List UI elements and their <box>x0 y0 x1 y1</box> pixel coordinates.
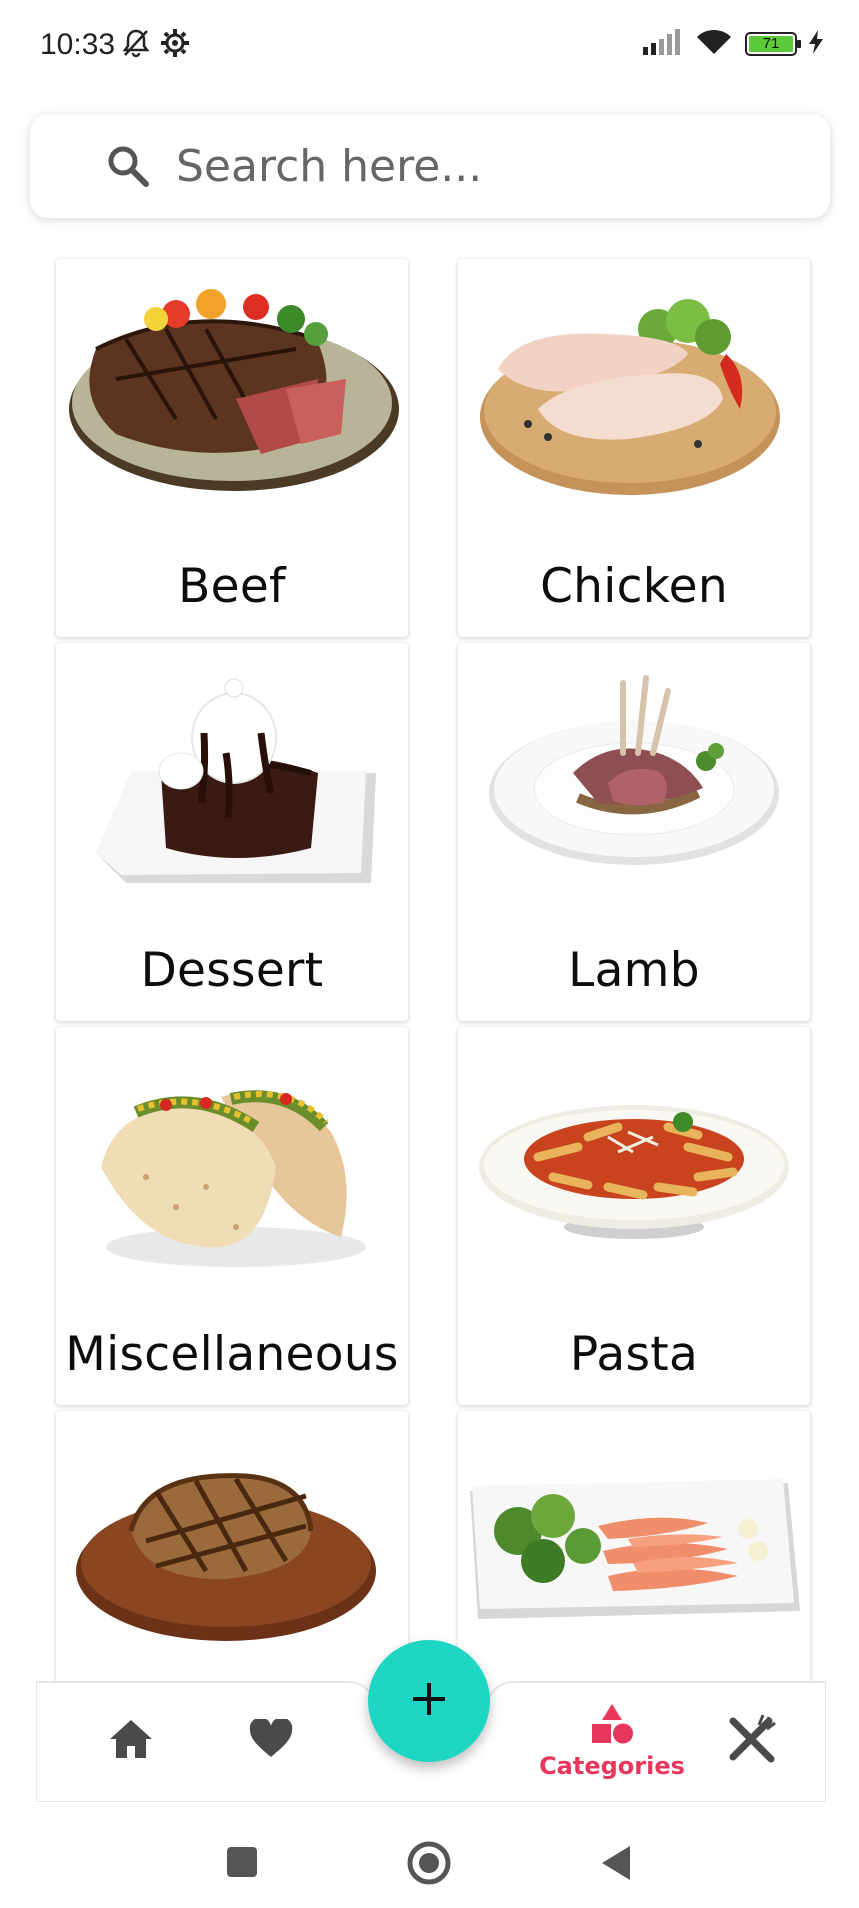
charging-icon <box>809 30 823 58</box>
seafood-image <box>470 1479 800 1619</box>
back-icon[interactable] <box>600 1844 632 1886</box>
category-card-lamb[interactable]: Lamb <box>458 643 810 1021</box>
system-navigation-bar <box>0 1808 859 1908</box>
category-card-beef[interactable]: Beef <box>56 259 408 637</box>
recent-apps-icon[interactable] <box>226 1846 258 1882</box>
beef-image <box>69 289 399 491</box>
pasta-image <box>479 1105 789 1239</box>
chicken-image <box>480 299 780 495</box>
nav-categories-label: Categories <box>539 1752 685 1780</box>
category-card-dessert[interactable]: Dessert <box>56 643 408 1021</box>
category-card-pasta[interactable]: Pasta <box>458 1027 810 1405</box>
search-icon <box>106 144 150 188</box>
categories-icon <box>589 1702 635 1750</box>
category-card-miscellaneous[interactable]: Miscellaneous <box>56 1027 408 1405</box>
wifi-icon <box>695 28 733 60</box>
category-label: Dessert <box>140 943 324 998</box>
pork-image <box>76 1473 376 1641</box>
category-grid: Beef Chicken Dessert Lamb Miscellaneous … <box>56 259 810 1789</box>
battery-icon: 71 <box>745 32 801 56</box>
taco-image <box>101 1090 366 1267</box>
status-time: 10:33 <box>40 28 116 61</box>
search-bar[interactable] <box>30 114 830 218</box>
add-button[interactable] <box>368 1640 490 1762</box>
nav-categories[interactable]: Categories <box>512 1680 712 1802</box>
status-bar: 10:33 71 <box>0 0 859 92</box>
category-label: Miscellaneous <box>65 1327 399 1382</box>
search-input[interactable] <box>176 140 816 192</box>
bell-muted-icon <box>122 28 150 62</box>
settings-gear-icon <box>160 28 190 62</box>
category-label: Beef <box>178 559 286 614</box>
nav-home[interactable] <box>76 1680 186 1802</box>
heart-icon <box>248 1717 294 1763</box>
plus-icon <box>411 1681 447 1721</box>
battery-level: 71 <box>749 36 793 52</box>
dessert-image <box>96 678 376 883</box>
category-label: Pasta <box>569 1327 699 1382</box>
category-label: Chicken <box>540 559 728 614</box>
lamb-image <box>489 675 779 865</box>
home-icon <box>108 1718 154 1764</box>
home-circle-icon[interactable] <box>406 1840 452 1890</box>
signal-icon <box>643 29 683 59</box>
nav-favorites[interactable] <box>216 1680 326 1802</box>
utensils-icon <box>725 1713 777 1769</box>
nav-recipes[interactable] <box>696 1680 806 1802</box>
category-label: Lamb <box>568 943 700 998</box>
category-card-chicken[interactable]: Chicken <box>458 259 810 637</box>
